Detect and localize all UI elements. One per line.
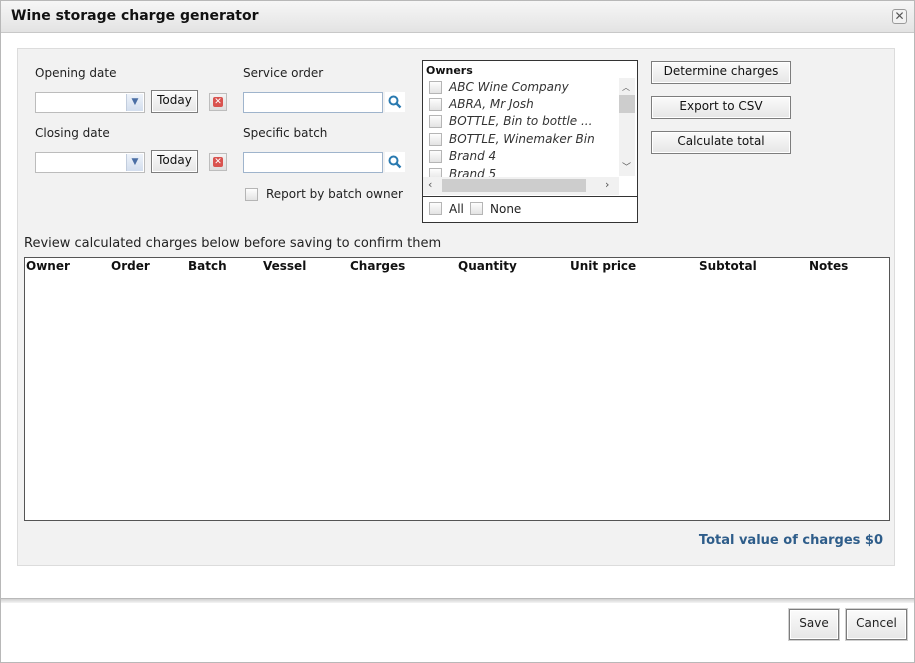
owners-horizontal-scrollbar[interactable]: ‹ › bbox=[423, 177, 619, 195]
opening-date-clear-button[interactable]: ✕ bbox=[209, 93, 227, 111]
chevron-right-icon[interactable]: › bbox=[605, 178, 609, 191]
owner-label: Brand 5 bbox=[449, 167, 497, 177]
chevron-down-icon[interactable]: ▼ bbox=[126, 154, 143, 171]
owner-item-clip: Brand 5 bbox=[423, 165, 619, 177]
charges-table: Owner Order Batch Vessel Charges Quantit… bbox=[24, 257, 890, 521]
column-header-order[interactable]: Order bbox=[111, 259, 150, 273]
owner-checkbox[interactable] bbox=[429, 133, 442, 146]
owner-item[interactable]: ABRA, Mr Josh bbox=[423, 96, 619, 113]
service-order-input[interactable] bbox=[243, 92, 383, 113]
owner-checkbox[interactable] bbox=[429, 98, 442, 111]
owner-checkbox[interactable] bbox=[429, 81, 442, 94]
total-value: Total value of charges $0 bbox=[698, 533, 883, 548]
owners-footer: All None bbox=[423, 196, 637, 222]
clear-icon: ✕ bbox=[213, 157, 223, 167]
chevron-down-icon[interactable]: ﹀ bbox=[622, 160, 631, 173]
column-header-batch[interactable]: Batch bbox=[188, 259, 227, 273]
cancel-button[interactable]: Cancel bbox=[846, 609, 907, 640]
owner-label: BOTTLE, Bin to bottle ... bbox=[449, 114, 593, 128]
footer-divider bbox=[0, 598, 915, 603]
save-button[interactable]: Save bbox=[789, 609, 839, 640]
report-by-batch-owner-checkbox[interactable] bbox=[245, 188, 258, 201]
chevron-left-icon[interactable]: ‹ bbox=[428, 178, 432, 191]
column-header-notes[interactable]: Notes bbox=[809, 259, 848, 273]
scrollbar-thumb[interactable] bbox=[442, 179, 586, 192]
owner-checkbox[interactable] bbox=[429, 168, 442, 177]
opening-date-label: Opening date bbox=[35, 66, 117, 80]
report-by-batch-owner-label: Report by batch owner bbox=[266, 187, 403, 201]
opening-date-input[interactable]: ▼ bbox=[35, 92, 145, 113]
specific-batch-label: Specific batch bbox=[243, 126, 328, 140]
all-checkbox[interactable] bbox=[429, 202, 442, 215]
search-icon bbox=[388, 95, 402, 109]
column-header-vessel[interactable]: Vessel bbox=[263, 259, 306, 273]
close-icon[interactable]: ✕ bbox=[892, 9, 907, 24]
owner-label: BOTTLE, Winemaker Bin bbox=[449, 132, 595, 146]
none-label: None bbox=[490, 202, 522, 216]
owner-checkbox[interactable] bbox=[429, 115, 442, 128]
column-header-charges[interactable]: Charges bbox=[350, 259, 405, 273]
search-icon bbox=[388, 155, 402, 169]
export-csv-button[interactable]: Export to CSV bbox=[651, 96, 791, 119]
owner-item[interactable]: ABC Wine Company bbox=[423, 79, 619, 96]
owners-list: Owners ABC Wine Company ABRA, Mr Josh BO… bbox=[422, 60, 638, 223]
owner-label: Brand 4 bbox=[449, 149, 497, 163]
clear-icon: ✕ bbox=[213, 97, 223, 107]
review-instructions: Review calculated charges below before s… bbox=[24, 236, 442, 251]
owner-item[interactable]: BOTTLE, Bin to bottle ... bbox=[423, 113, 619, 130]
owners-vertical-scrollbar[interactable]: ︿ ﹀ bbox=[619, 78, 635, 176]
owner-label: ABC Wine Company bbox=[449, 80, 569, 94]
title-bar: Wine storage charge generator ✕ bbox=[0, 0, 915, 33]
column-header-owner[interactable]: Owner bbox=[26, 259, 70, 273]
specific-batch-input[interactable] bbox=[243, 152, 383, 173]
none-checkbox[interactable] bbox=[470, 202, 483, 215]
service-order-search-button[interactable] bbox=[385, 92, 405, 112]
owner-item[interactable]: BOTTLE, Winemaker Bin bbox=[423, 131, 619, 148]
owner-label: ABRA, Mr Josh bbox=[449, 97, 534, 111]
opening-date-today-button[interactable]: Today bbox=[151, 90, 198, 113]
owner-checkbox[interactable] bbox=[429, 150, 442, 163]
scrollbar-thumb[interactable] bbox=[619, 95, 635, 113]
calculate-total-button[interactable]: Calculate total bbox=[651, 131, 791, 154]
window-title: Wine storage charge generator bbox=[11, 8, 259, 24]
closing-date-label: Closing date bbox=[35, 126, 110, 140]
service-order-label: Service order bbox=[243, 66, 324, 80]
closing-date-input[interactable]: ▼ bbox=[35, 152, 145, 173]
column-header-quantity[interactable]: Quantity bbox=[458, 259, 517, 273]
owner-item[interactable]: Brand 4 bbox=[423, 148, 619, 165]
chevron-up-icon[interactable]: ︿ bbox=[622, 82, 630, 93]
owners-title: Owners bbox=[426, 64, 473, 77]
determine-charges-button[interactable]: Determine charges bbox=[651, 61, 791, 84]
closing-date-today-button[interactable]: Today bbox=[151, 150, 198, 173]
owner-item[interactable]: Brand 5 bbox=[423, 166, 619, 177]
all-label: All bbox=[449, 202, 464, 216]
chevron-down-icon[interactable]: ▼ bbox=[126, 94, 143, 111]
column-header-unit-price[interactable]: Unit price bbox=[570, 259, 636, 273]
closing-date-clear-button[interactable]: ✕ bbox=[209, 153, 227, 171]
column-header-subtotal[interactable]: Subtotal bbox=[699, 259, 757, 273]
specific-batch-search-button[interactable] bbox=[385, 152, 405, 172]
